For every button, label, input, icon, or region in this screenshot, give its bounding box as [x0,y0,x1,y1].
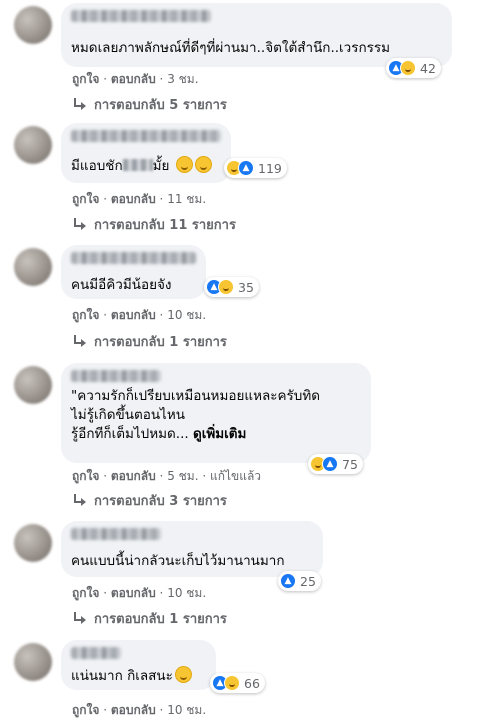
see-more-link[interactable]: ดูเพิ่มเติม [193,426,246,442]
view-replies-link[interactable]: การตอบกลับ 5 รายการ [72,94,227,115]
avatar[interactable] [14,126,52,164]
reaction-count: 25 [300,573,316,589]
like-reaction-icon: ▲ [280,573,296,589]
reaction-summary[interactable]: ▲ 119 [224,158,287,178]
comment-text: แน่นมาก กิเลสนะ [71,666,192,686]
like-button[interactable]: ถูกใจ [72,703,99,717]
comment-bubble: "ความรักก็เปรียบเหมือนหมอยแหละครับทิด ไม… [61,363,371,463]
replies-label: การตอบกลับ 1 รายการ [94,612,227,627]
reaction-summary[interactable]: ▲ 25 [278,571,321,591]
comment-bubble: มีแอบชัก มั้ย [61,123,231,183]
timestamp[interactable]: 5 ชม. [167,469,198,483]
like-reaction-icon: ▲ [238,160,254,176]
comment-text: "ความรักก็เปรียบเหมือนหมอยแหละครับทิด ไม… [71,388,321,442]
author-name-blurred[interactable] [71,252,196,264]
replies-label: การตอบกลับ 11 รายการ [94,218,236,233]
emoji-icon [175,156,193,173]
timestamp[interactable]: 10 ชม. [167,703,206,717]
reaction-count: 75 [342,456,358,472]
comment-actions: ถูกใจ · ตอบกลับ · 5 ชม. · แก้ไขแล้ว [72,469,262,483]
haha-reaction-icon [218,279,234,295]
edited-label: แก้ไขแล้ว [209,469,262,483]
emoji-icon [174,666,192,683]
reaction-count: 42 [420,60,436,76]
timestamp[interactable]: 3 ชม. [167,72,198,86]
replies-label: การตอบกลับ 3 รายการ [94,494,227,509]
reaction-count: 119 [258,160,282,176]
comment-text: หมดเลยภาพลักษณ์ที่ดีๆที่ผ่านมา..จิตใต้สำ… [71,40,391,56]
author-name-blurred[interactable] [71,528,161,540]
comment-bubble: แน่นมาก กิเลสนะ [61,640,216,690]
haha-reaction-icon [400,60,416,76]
reaction-count: 35 [238,279,254,295]
reply-button[interactable]: ตอบกลับ [111,192,156,206]
reaction-summary[interactable]: ▲ 75 [308,454,363,474]
replies-label: การตอบกลับ 1 รายการ [94,335,227,350]
like-button[interactable]: ถูกใจ [72,308,99,322]
like-button[interactable]: ถูกใจ [72,469,99,483]
like-reaction-icon: ▲ [322,456,338,472]
view-replies-link[interactable]: การตอบกลับ 1 รายการ [72,608,227,629]
like-button[interactable]: ถูกใจ [72,586,99,600]
author-name-blurred[interactable] [71,10,211,22]
timestamp[interactable]: 11 ชม. [167,192,206,206]
reply-button[interactable]: ตอบกลับ [111,308,156,322]
view-replies-link[interactable]: การตอบกลับ 3 รายการ [72,490,227,511]
replies-label: การตอบกลับ 5 รายการ [94,98,227,113]
reaction-summary[interactable]: ▲ 42 [386,58,441,78]
comment-actions: ถูกใจ · ตอบกลับ · 10 ชม. [72,308,207,322]
avatar[interactable] [14,248,52,286]
reaction-summary[interactable]: ▲ 66 [210,673,265,693]
comment-bubble: คนมีอีคิวมีน้อยจัง [61,245,206,299]
reaction-summary[interactable]: ▲ 35 [204,277,259,297]
timestamp[interactable]: 10 ชม. [167,586,206,600]
reply-button[interactable]: ตอบกลับ [111,469,156,483]
timestamp[interactable]: 10 ชม. [167,308,206,322]
comment-actions: ถูกใจ · ตอบกลับ · 3 ชม. [72,72,199,86]
like-button[interactable]: ถูกใจ [72,192,99,206]
comment-actions: ถูกใจ · ตอบกลับ · 10 ชม. [72,586,207,600]
view-replies-link[interactable]: การตอบกลับ 11 รายการ [72,214,236,235]
avatar[interactable] [14,6,52,44]
comment-text: คนแบบนี้น่ากลัวนะเก็บไว้มานานมาก [71,553,285,569]
author-name-blurred[interactable] [71,647,121,659]
author-name-blurred[interactable] [71,130,221,142]
comment-actions: ถูกใจ · ตอบกลับ · 10 ชม. [72,703,207,717]
avatar[interactable] [14,366,52,404]
reply-button[interactable]: ตอบกลับ [111,586,156,600]
avatar[interactable] [14,524,52,562]
comment-actions: ถูกใจ · ตอบกลับ · 11 ชม. [72,192,207,206]
author-name-blurred[interactable] [71,370,161,382]
view-replies-link[interactable]: การตอบกลับ 1 รายการ [72,331,227,352]
comment-bubble: คนแบบนี้น่ากลัวนะเก็บไว้มานานมาก [61,521,323,577]
reply-arrow-icon [72,611,88,626]
comment-text: คนมีอีคิวมีน้อยจัง [71,277,172,293]
reply-arrow-icon [72,493,88,508]
reply-button[interactable]: ตอบกลับ [111,703,156,717]
reaction-count: 66 [244,675,260,691]
reply-arrow-icon [72,97,88,112]
censored-word [122,159,153,171]
emoji-icon [194,156,212,173]
reply-arrow-icon [72,334,88,349]
like-button[interactable]: ถูกใจ [72,72,99,86]
reply-button[interactable]: ตอบกลับ [111,72,156,86]
reply-arrow-icon [72,217,88,232]
avatar[interactable] [14,643,52,681]
comment-text: มีแอบชัก มั้ย [71,156,212,176]
haha-reaction-icon [224,675,240,691]
